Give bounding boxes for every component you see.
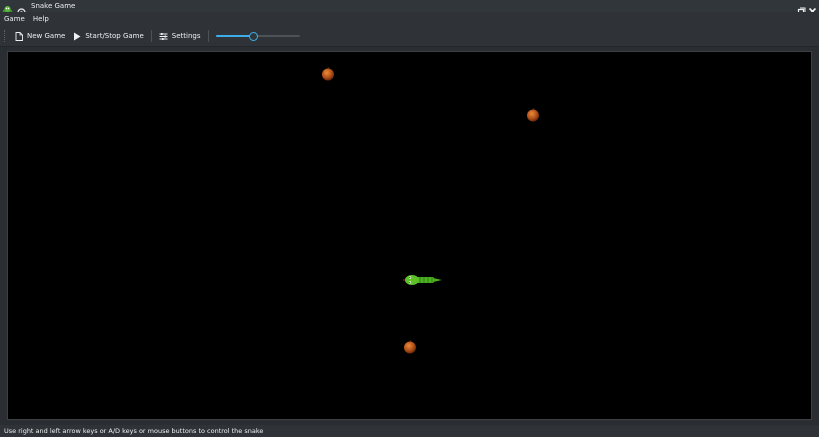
status-bar: Use right and left arrow keys or A/D key… xyxy=(0,425,819,437)
settings-button[interactable]: Settings xyxy=(155,28,205,44)
apple xyxy=(526,107,540,122)
snake-app-icon xyxy=(2,1,13,15)
app-window: Snake Game Game Help New Game Start/Stop… xyxy=(0,0,819,437)
menu-help[interactable]: Help xyxy=(29,12,53,26)
minimize-icon[interactable] xyxy=(786,1,795,14)
new-game-button[interactable]: New Game xyxy=(11,28,69,44)
close-icon[interactable] xyxy=(808,1,817,16)
snake xyxy=(403,271,443,285)
slider-fill xyxy=(215,35,254,37)
title-bar[interactable]: Snake Game xyxy=(0,0,819,17)
play-icon xyxy=(74,32,81,40)
start-stop-label: Start/Stop Game xyxy=(85,32,144,40)
apple xyxy=(321,66,335,81)
settings-sliders-icon xyxy=(159,32,168,40)
menu-bar: Game Help xyxy=(0,12,819,26)
maximize-icon[interactable] xyxy=(797,1,806,16)
toolbar-separator xyxy=(150,30,152,42)
start-stop-button[interactable]: Start/Stop Game xyxy=(69,28,147,44)
toolbar: New Game Start/Stop Game Settings xyxy=(0,26,819,47)
window-title: Snake Game xyxy=(31,2,76,10)
new-document-icon xyxy=(15,31,23,41)
toolbar-handle[interactable] xyxy=(4,30,7,42)
new-game-label: New Game xyxy=(27,32,66,40)
slider-handle[interactable] xyxy=(249,32,259,41)
speed-slider[interactable] xyxy=(215,31,300,41)
menu-game[interactable]: Game xyxy=(0,12,29,26)
pin-icon[interactable] xyxy=(17,2,26,17)
toolbar-separator xyxy=(207,30,209,42)
status-message: Use right and left arrow keys or A/D key… xyxy=(4,427,264,435)
apple xyxy=(403,339,417,354)
window-controls xyxy=(786,1,817,16)
settings-label: Settings xyxy=(171,32,201,40)
game-board[interactable] xyxy=(7,51,812,420)
